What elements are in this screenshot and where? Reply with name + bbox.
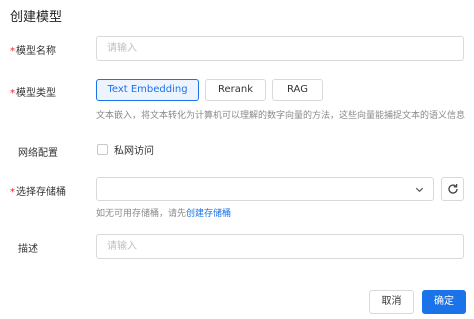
refresh-icon	[448, 184, 458, 194]
refresh-button[interactable]	[441, 177, 464, 201]
confirm-button[interactable]: 确定	[422, 290, 466, 314]
bucket-select[interactable]	[96, 177, 434, 201]
model-type-rag-button[interactable]: RAG	[272, 79, 323, 101]
chevron-down-icon	[415, 187, 424, 193]
model-name-input[interactable]: 请输入	[96, 36, 464, 61]
dialog-title: 创建模型	[10, 10, 63, 25]
private-network-label[interactable]: 私网访问	[114, 142, 154, 157]
network-config-label: 网络配置	[18, 148, 58, 159]
model-type-rerank-button[interactable]: Rerank	[205, 79, 266, 101]
description-input[interactable]: 请输入	[96, 234, 464, 259]
cancel-button[interactable]: 取消	[369, 290, 414, 314]
required-mark: *	[10, 187, 15, 198]
required-mark: *	[10, 46, 15, 57]
private-network-checkbox[interactable]	[97, 144, 108, 155]
model-name-label-text: 模型名称	[16, 46, 56, 57]
bucket-label-text: 选择存储桶	[16, 187, 66, 198]
required-mark: *	[10, 88, 15, 99]
bucket-help-prefix: 如无可用存储桶，请先	[96, 209, 187, 219]
model-type-text-embedding-button[interactable]: Text Embedding	[96, 79, 199, 101]
description-label: 描述	[18, 244, 38, 255]
model-type-help-text: 文本嵌入，将文本转化为计算机可以理解的数字向量的方法，这些向量能捕捉文本的语义信…	[96, 111, 466, 121]
create-bucket-link[interactable]: 创建存储桶	[186, 209, 231, 219]
bucket-label: *选择存储桶	[10, 183, 66, 198]
model-name-label: *模型名称	[10, 42, 56, 57]
model-type-label-text: 模型类型	[16, 88, 56, 99]
model-type-label: *模型类型	[10, 84, 56, 99]
bucket-help-text: 如无可用存储桶，请先创建存储桶	[96, 206, 231, 219]
